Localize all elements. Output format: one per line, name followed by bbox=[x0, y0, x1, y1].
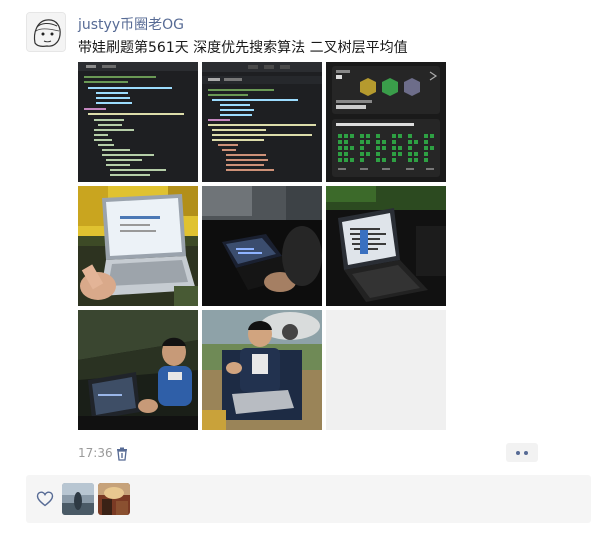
liker-avatar-1[interactable] bbox=[62, 483, 94, 515]
liker-avatar-2[interactable] bbox=[98, 483, 130, 515]
more-dot bbox=[516, 450, 520, 455]
photo-boy-in-tent[interactable] bbox=[78, 310, 198, 430]
author-avatar[interactable] bbox=[26, 12, 66, 52]
trash-icon[interactable] bbox=[116, 446, 128, 461]
author-name[interactable]: justyy币圈老OG bbox=[78, 14, 184, 34]
post-time: 17:36 bbox=[78, 446, 113, 460]
photo-code-screenshot-rust[interactable] bbox=[202, 62, 322, 182]
photo-boy-in-chair[interactable] bbox=[202, 310, 322, 430]
more-dot bbox=[524, 450, 528, 455]
likes-panel bbox=[26, 475, 591, 523]
photo-laptop-in-tent-dark[interactable] bbox=[202, 186, 322, 306]
photo-empty-slot bbox=[326, 310, 446, 430]
photo-code-screenshot-python[interactable] bbox=[78, 62, 198, 182]
photo-grid bbox=[78, 62, 448, 432]
moments-post: justyy币圈老OG 带娃刷题第561天 深度优先搜索算法 二叉树层平均值 1… bbox=[0, 0, 600, 534]
photo-badge-and-submissions-screenshot[interactable] bbox=[326, 62, 446, 182]
photo-laptop-on-lap[interactable] bbox=[78, 186, 198, 306]
heart-outline-icon bbox=[36, 490, 54, 508]
photo-laptop-screen-dark[interactable] bbox=[326, 186, 446, 306]
post-text: 带娃刷题第561天 深度优先搜索算法 二叉树层平均值 bbox=[78, 40, 408, 56]
more-dots-icon[interactable] bbox=[506, 443, 538, 462]
